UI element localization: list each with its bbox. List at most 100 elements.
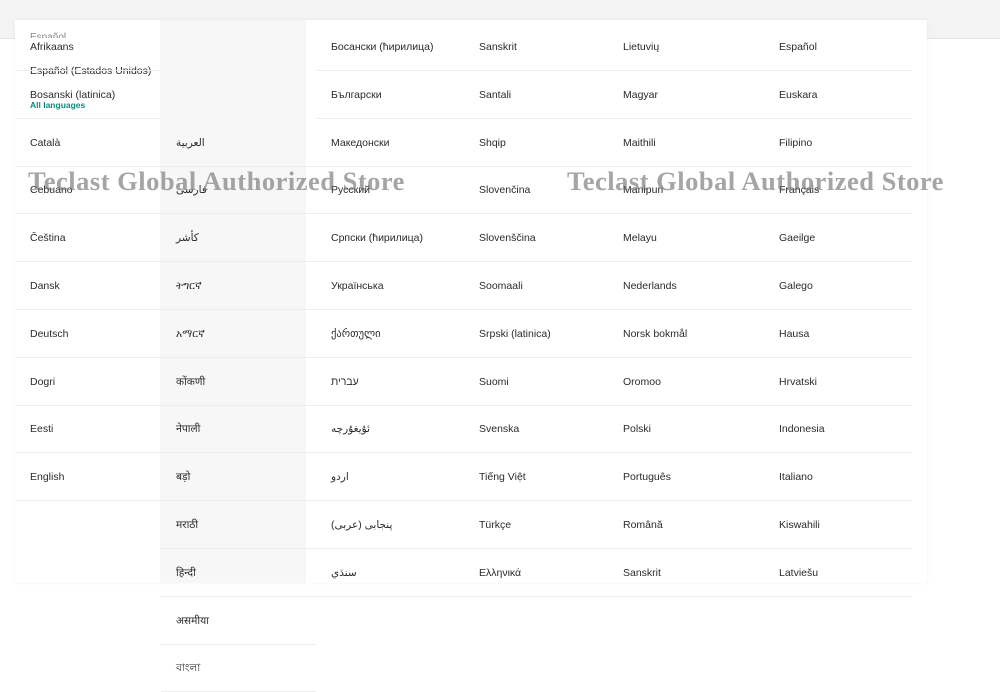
row-divider (161, 309, 316, 310)
row-divider (464, 500, 608, 502)
row-divider (764, 70, 912, 71)
language-option[interactable]: کأشر (176, 231, 199, 245)
row-divider (608, 261, 764, 263)
language-option[interactable]: Sanskrit (623, 566, 661, 580)
row-divider (316, 500, 464, 502)
row-divider (608, 404, 764, 406)
language-option[interactable]: Tiếng Việt (479, 470, 526, 484)
language-option[interactable]: Latviešu (779, 566, 818, 580)
language-option[interactable]: Sanskrit (479, 40, 517, 54)
language-option[interactable]: Polski (623, 422, 651, 436)
language-option[interactable]: Dogri (30, 375, 55, 389)
row-divider (464, 452, 608, 454)
language-option[interactable]: Українська (331, 279, 384, 293)
language-option[interactable]: Maithili (623, 136, 656, 150)
language-option[interactable]: Português (623, 470, 671, 484)
language-option[interactable]: Soomaali (479, 279, 523, 293)
language-option[interactable]: Босански (ћирилица) (331, 40, 434, 54)
clipped-header-text: Español (30, 32, 67, 38)
row-divider (764, 261, 912, 263)
language-option[interactable]: Español (779, 40, 817, 54)
row-divider (608, 452, 764, 454)
row-divider (464, 595, 608, 597)
language-option[interactable]: Melayu (623, 231, 657, 245)
language-option[interactable]: Ελληνικά (479, 566, 521, 580)
language-option[interactable]: Türkçe (479, 518, 511, 532)
language-option[interactable]: አማርኛ (176, 327, 205, 341)
language-option[interactable]: Slovenčina (479, 183, 530, 197)
row-divider (608, 500, 764, 502)
row-divider (464, 261, 608, 263)
row-divider (161, 500, 316, 502)
language-option[interactable]: कोंकणी (176, 375, 205, 389)
row-divider (15, 404, 161, 406)
language-option[interactable]: Srpski (latinica) (479, 327, 551, 341)
language-option[interactable]: Kiswahili (779, 518, 820, 532)
row-divider (15, 213, 161, 215)
language-option[interactable]: Oromoo (623, 375, 661, 389)
language-option[interactable]: বাংলা (176, 661, 200, 675)
language-option[interactable]: Dansk (30, 279, 60, 293)
language-option[interactable]: العربية (176, 136, 205, 150)
language-option[interactable]: असमीया (176, 614, 209, 628)
language-option[interactable]: Manipuri (623, 183, 663, 197)
language-option[interactable]: Italiano (779, 470, 813, 484)
language-option[interactable]: Eesti (30, 422, 53, 436)
language-option[interactable]: Svenska (479, 422, 519, 436)
language-option[interactable]: Bosanski (latinica) (30, 88, 115, 102)
language-option[interactable]: Français (779, 183, 819, 197)
language-option[interactable]: नेपाली (176, 422, 200, 436)
row-divider (764, 404, 912, 406)
language-option[interactable]: ትግርኛ (176, 279, 202, 293)
language-option[interactable]: Galego (779, 279, 813, 293)
language-option[interactable]: Magyar (623, 88, 658, 102)
language-option[interactable]: Македонски (331, 136, 390, 150)
language-option[interactable]: Čeština (30, 231, 66, 245)
language-option[interactable]: बड़ो (176, 470, 190, 484)
language-option[interactable]: मराठी (176, 518, 198, 532)
language-option[interactable]: Filipino (779, 136, 812, 150)
row-divider (316, 213, 464, 215)
language-option[interactable]: Slovenščina (479, 231, 536, 245)
row-divider (316, 356, 464, 358)
language-option[interactable]: Lietuvių (623, 40, 659, 54)
language-option[interactable]: Shqip (479, 136, 506, 150)
language-option[interactable]: ქართული (331, 327, 381, 341)
row-divider (316, 261, 464, 263)
row-divider (15, 165, 161, 167)
language-option[interactable]: Afrikaans (30, 40, 74, 54)
language-option[interactable]: Hrvatski (779, 375, 817, 389)
language-option[interactable]: Nederlands (623, 279, 677, 293)
language-option[interactable]: پنجابی (عربی) (331, 518, 392, 532)
row-divider (316, 452, 464, 454)
language-option[interactable]: Català (30, 136, 60, 150)
language-option[interactable]: Gaeilge (779, 231, 815, 245)
row-divider (316, 165, 464, 167)
row-divider (161, 643, 316, 645)
language-option[interactable]: Indonesia (779, 422, 825, 436)
language-option[interactable]: Български (331, 88, 382, 102)
language-option[interactable]: ئۇيغۇرچە (331, 422, 370, 436)
row-divider (764, 452, 912, 454)
row-divider (15, 117, 161, 119)
language-option[interactable]: Euskara (779, 88, 818, 102)
language-option[interactable]: اردو (331, 470, 349, 484)
language-option[interactable]: Norsk bokmål (623, 327, 687, 341)
language-option[interactable]: हिन्दी (176, 566, 196, 580)
language-option[interactable]: English (30, 470, 64, 484)
language-option[interactable]: Santali (479, 88, 511, 102)
row-divider (161, 165, 316, 167)
language-option[interactable]: Română (623, 518, 663, 532)
selected-language-label[interactable]: Español (Estados Unidos) (30, 64, 151, 78)
language-option[interactable]: Русский (331, 183, 370, 197)
language-option[interactable]: فارسی (176, 183, 207, 197)
language-option[interactable]: Deutsch (30, 327, 69, 341)
language-option[interactable]: Cebuano (30, 183, 73, 197)
language-option[interactable]: سنڌي (331, 566, 357, 580)
language-option[interactable]: Hausa (779, 327, 809, 341)
language-option[interactable]: Suomi (479, 375, 509, 389)
language-option[interactable]: Српски (ћирилица) (331, 231, 423, 245)
row-divider (764, 595, 912, 597)
language-option[interactable]: עברית (331, 375, 359, 389)
row-divider (316, 404, 464, 406)
